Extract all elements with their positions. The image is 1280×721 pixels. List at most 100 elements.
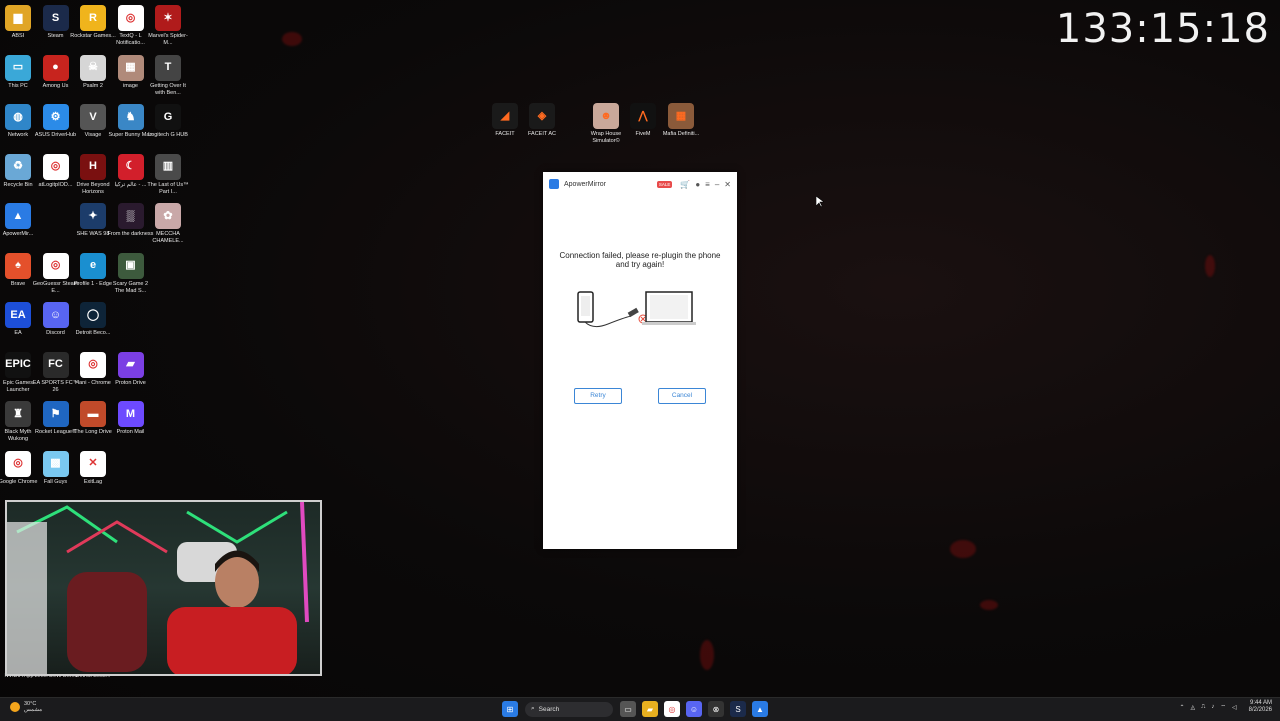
app-icon: ◎	[5, 450, 31, 477]
search-icon: ⌕	[531, 705, 535, 712]
weather-widget[interactable]: 30°C مشمس	[10, 701, 42, 713]
blood-splat	[700, 640, 714, 670]
app-icon: EA	[5, 302, 31, 328]
wifi-icon[interactable]: ⌔	[1220, 703, 1226, 711]
app-icon: ♠	[5, 252, 31, 279]
apowermirror-logo-icon	[549, 179, 559, 189]
retry-button[interactable]: Retry	[574, 388, 622, 404]
app-icon: T	[155, 54, 181, 81]
app-icon: ⋀	[630, 103, 656, 129]
close-icon[interactable]: ✕	[724, 180, 731, 189]
desktop-icon-label: MECCHA CHAMELE...	[152, 231, 184, 244]
app-icon: M	[117, 401, 144, 427]
desktop-icon-label: Scary Game 2 The Mad S...	[112, 280, 149, 294]
app-icon: ✕	[80, 450, 106, 477]
desktop-icon[interactable]: ▲ ApowerMir...	[0, 203, 41, 238]
clock[interactable]: 9:44 AM 8/2/2026	[1249, 700, 1272, 714]
app-icon: S	[42, 5, 69, 31]
menu-icon[interactable]: ≡	[705, 180, 710, 189]
dialog-title: ApowerMirror	[564, 180, 607, 188]
connection-illustration	[577, 291, 696, 328]
network-icon[interactable]: ◬	[1191, 704, 1196, 711]
app-icon: ☻	[593, 103, 619, 129]
app-icon: ▥	[155, 153, 181, 180]
sale-badge[interactable]: SALE	[656, 180, 673, 188]
task-view-icon[interactable]: ▭	[620, 701, 636, 717]
desktop-icon-label: Detroit Beco...	[75, 330, 111, 336]
app-icon: ♞	[117, 104, 144, 130]
search-placeholder: Search	[538, 705, 560, 713]
cancel-button[interactable]: Cancel	[658, 388, 706, 404]
app-icon: ◎	[42, 153, 69, 180]
app-icon: e	[80, 252, 106, 279]
desktop-icon[interactable]: ✶ Marvel's Spider-M...	[145, 5, 191, 47]
app-icon: ▒	[117, 203, 144, 229]
xbox-icon[interactable]: ⊗	[708, 701, 724, 717]
file-explorer-icon[interactable]: ▰	[642, 701, 658, 717]
desktop-icon[interactable]: ◯ Detroit Beco...	[70, 302, 116, 337]
desktop-icon[interactable]: ✿ MECCHA CHAMELE...	[145, 203, 191, 245]
mouse-cursor-icon	[816, 196, 824, 208]
connection-error-message: Connection failed, please re-plugin the …	[559, 251, 721, 269]
clock-date: 8/2/2026	[1248, 707, 1272, 713]
minimize-icon[interactable]: –	[715, 180, 719, 189]
desktop-icon-label: ApowerMir...	[2, 231, 34, 237]
system-tray: ⌃ ◬ ⎍ ♪ ⌔ ◁ 9:44 AM 8/2/2026	[1180, 700, 1272, 714]
search-box[interactable]: ⌕ Search	[525, 701, 613, 717]
dialog-titlebar: ApowerMirror SALE 🛒 ● ≡ – ✕	[543, 172, 737, 196]
clock-time: 9:44 AM	[1249, 700, 1272, 706]
desktop-icon-label: Logitech G HUB	[148, 132, 188, 138]
mic-icon[interactable]: ♪	[1211, 704, 1214, 710]
app-icon: ◯	[80, 302, 106, 328]
app-icon: ▰	[117, 351, 144, 378]
chrome-icon[interactable]: ◎	[664, 701, 680, 717]
app-icon: ▩	[42, 450, 69, 477]
usb-icon[interactable]: ⎍	[1201, 704, 1205, 711]
app-icon: ✦	[80, 203, 106, 229]
desktop-icon[interactable]: ◈ FACEIT AC	[519, 103, 565, 138]
app-icon: FC	[42, 351, 69, 378]
blood-splat	[980, 600, 998, 610]
desktop-icon[interactable]: ▥ The Last of Us™ Part I...	[145, 153, 191, 196]
desktop-icon-label: FACEIT AC	[527, 131, 557, 137]
blood-splat	[282, 32, 302, 46]
desktop-icon[interactable]: G Logitech G HUB	[145, 104, 191, 139]
weather-desc: مشمس	[24, 707, 43, 713]
app-icon: ▬	[80, 401, 106, 427]
sun-icon	[10, 702, 20, 712]
app-icon: ▣	[117, 252, 144, 279]
desktop-icon-label: Proton Drive	[115, 379, 146, 386]
app-icon: ✿	[155, 203, 181, 229]
app-icon: ☾	[117, 153, 144, 180]
discord-icon[interactable]: ☺	[686, 701, 702, 717]
app-icon: ▦	[117, 54, 144, 81]
app-icon: ◍	[5, 104, 31, 130]
apowermirror-taskbar-icon[interactable]: ▲	[752, 701, 768, 717]
desktop-icon[interactable]: ▦ Mafia Definiti...	[658, 103, 704, 138]
app-icon: R	[80, 5, 106, 31]
volume-icon[interactable]: ◁	[1232, 704, 1237, 711]
app-icon: ⚙	[42, 104, 69, 130]
desktop-icon[interactable]: M Proton Mail	[108, 401, 154, 436]
desktop-icon-label: Getting Over It with Ben...	[150, 82, 186, 96]
taskbar-center: ⊞ ⌕ Search ▭ ▰ ◎ ☺ ⊗ S ▲	[499, 701, 771, 717]
steam-icon[interactable]: S	[730, 701, 746, 717]
app-icon: ◈	[529, 103, 555, 129]
app-icon: ▲	[5, 203, 31, 229]
app-icon: ▦	[668, 103, 694, 129]
app-icon: ☺	[42, 302, 69, 328]
stream-timer: 133:15:18	[1055, 6, 1270, 52]
app-icon: ◎	[80, 351, 106, 378]
desktop-icon[interactable]: ✕ ExitLag	[70, 450, 116, 486]
chevron-up-icon[interactable]: ⌃	[1180, 704, 1185, 711]
vip-icon[interactable]: ●	[695, 180, 700, 189]
desktop-icon[interactable]: T Getting Over It with Ben...	[145, 54, 191, 97]
app-icon: ♜	[5, 401, 31, 427]
cart-icon[interactable]: 🛒	[680, 180, 690, 189]
desktop-icon[interactable]: ▰ Proton Drive	[108, 351, 154, 387]
desktop-icon[interactable]: ▣ Scary Game 2 The Mad S...	[108, 252, 154, 295]
app-icon: ✶	[155, 5, 181, 31]
app-icon: V	[80, 104, 106, 130]
start-button[interactable]: ⊞	[502, 701, 518, 717]
app-icon: ▭	[5, 54, 31, 81]
